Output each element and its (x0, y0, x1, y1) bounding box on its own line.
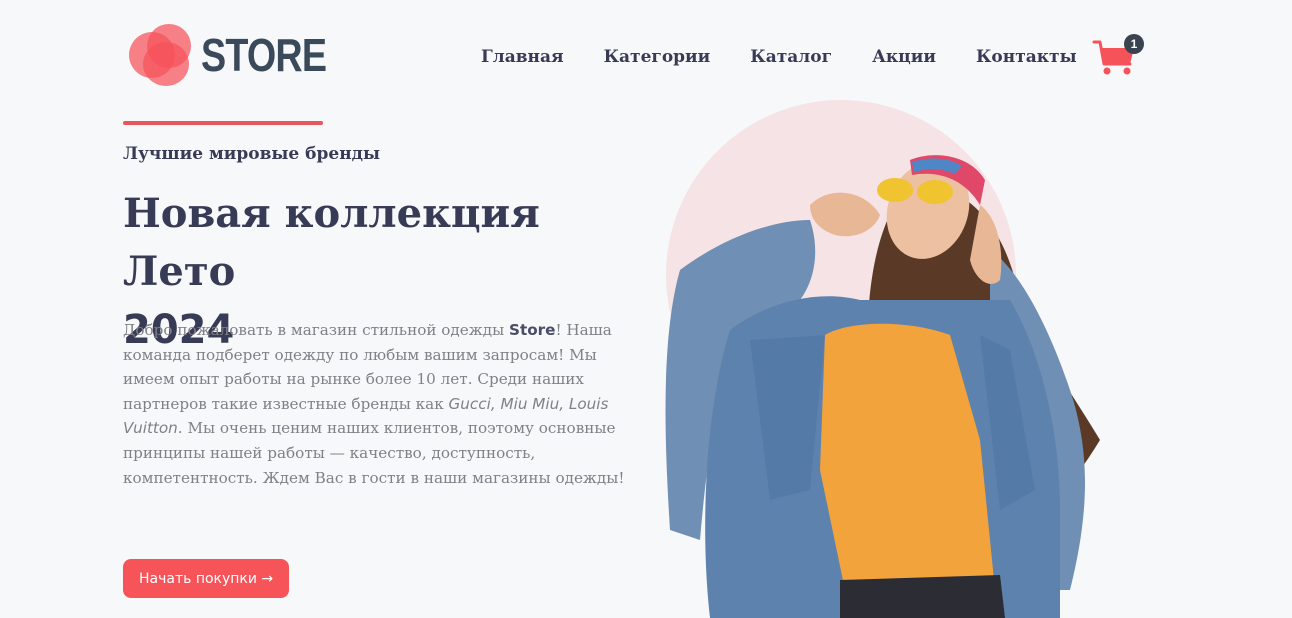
cart-button[interactable]: 1 (1092, 34, 1144, 76)
desc-store: Store (509, 321, 556, 339)
hero-model-image (665, 155, 1100, 618)
cart-count-badge: 1 (1124, 34, 1144, 54)
hero-description: Добро пожаловать в магазин стильной одеж… (123, 318, 633, 490)
brand-name: STORE (201, 29, 327, 81)
desc-part3: . Мы очень ценим наших клиентов, поэтому… (123, 419, 625, 487)
main-nav: Главная Категории Каталог Акции Контакты (481, 47, 1077, 67)
nav-item-home[interactable]: Главная (481, 47, 564, 67)
nav-item-catalog[interactable]: Каталог (750, 47, 832, 67)
desc-part1: Добро пожаловать в магазин стильной одеж… (123, 321, 510, 339)
nav-item-promotions[interactable]: Акции (872, 47, 936, 67)
logo-mark-icon (129, 24, 195, 86)
logo[interactable]: STORE (129, 24, 354, 86)
start-shopping-button[interactable]: Начать покупки → (123, 559, 290, 598)
hero-subtitle: Лучшие мировые бренды (123, 144, 381, 164)
nav-item-categories[interactable]: Категории (604, 47, 711, 67)
accent-divider (123, 121, 323, 125)
nav-item-contacts[interactable]: Контакты (976, 47, 1077, 67)
hero-title-line1: Новая коллекция Лето (123, 190, 540, 295)
